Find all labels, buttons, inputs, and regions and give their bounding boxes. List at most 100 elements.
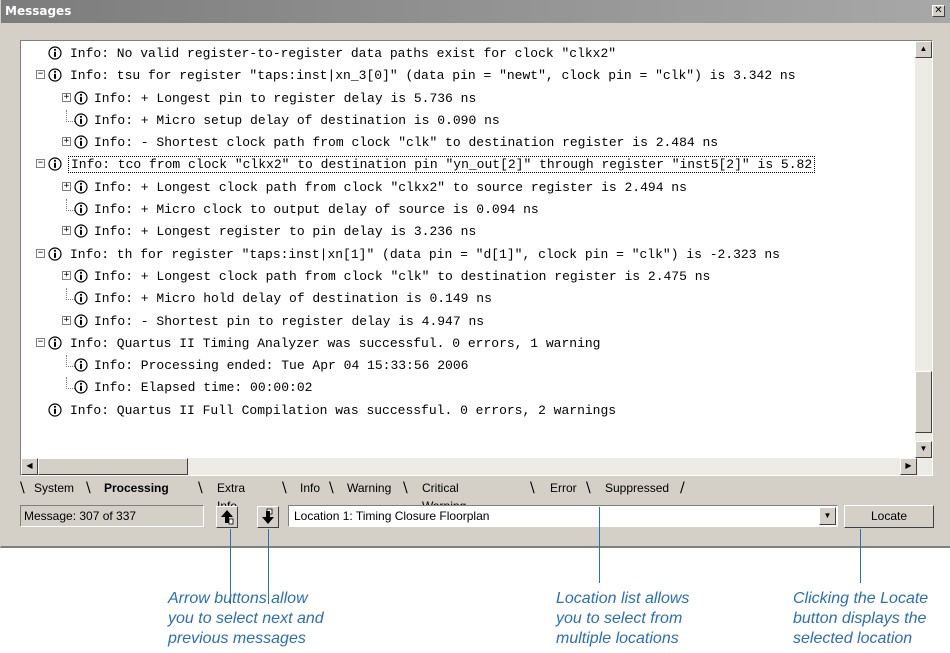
window-title: Messages [5, 4, 72, 18]
callout-arrows-line-1: Arrow buttons allow [168, 590, 308, 607]
arrow-down-icon [262, 508, 274, 524]
collapse-toggle-icon[interactable]: − [36, 248, 45, 258]
close-button[interactable]: ✕ [932, 5, 945, 17]
message-row[interactable]: + Info: - Shortest pin to register delay … [21, 311, 901, 333]
message-text: Info: No valid register-to-register data… [70, 46, 617, 61]
callout-leader-locate [860, 529, 861, 583]
message-row[interactable]: + Info: + Longest clock path from clock "… [21, 266, 901, 288]
previous-message-button[interactable] [216, 506, 238, 528]
message-text: Info: - Shortest clock path from clock "… [94, 135, 719, 151]
message-row[interactable]: − Info: tco from clock "clkx2" to destina… [21, 154, 901, 176]
message-row[interactable]: + Info: + Longest register to pin delay i… [21, 221, 901, 243]
message-text: Info: + Micro setup delay of destination… [94, 112, 500, 128]
tab-critical-warning[interactable]: Critical Warning [422, 479, 466, 513]
info-icon [73, 357, 89, 373]
horizontal-scroll-thumb[interactable] [38, 458, 188, 475]
vertical-scrollbar[interactable]: ▲ ▼ [915, 41, 932, 475]
info-icon [47, 156, 63, 172]
title-bar[interactable]: Messages ✕ [1, 0, 950, 23]
arrow-up-icon: ▲ [919, 44, 928, 53]
tab-extra-info[interactable]: Extra Info [217, 479, 245, 513]
tab-separator: \ [198, 480, 203, 496]
message-text: Info: + Longest pin to register delay is… [94, 90, 477, 106]
scroll-down-button[interactable]: ▼ [915, 441, 932, 458]
callout-leader-location [599, 507, 600, 583]
info-icon [73, 223, 89, 239]
info-icon [47, 67, 63, 83]
callout-location-line-2: you to select from [556, 610, 683, 627]
message-text: Info: Elapsed time: 00:00:02 [94, 380, 313, 396]
tab-suppressed[interactable]: Suppressed [605, 479, 669, 498]
message-count: Message: 307 of 337 [20, 505, 204, 527]
tab-separator: \ [86, 480, 91, 496]
tab-warning[interactable]: Warning [347, 479, 391, 498]
tab-error[interactable]: Error [550, 479, 577, 498]
callout-arrows-line-2: you to select next and [168, 610, 324, 627]
horizontal-scrollbar[interactable]: ◀ ▶ [21, 458, 917, 475]
location-value: Location 1: Timing Closure Floorplan [294, 509, 490, 523]
tab-separator: / [680, 480, 685, 496]
collapse-toggle-icon[interactable]: − [36, 70, 45, 80]
expand-toggle-icon[interactable]: + [62, 270, 71, 280]
info-icon [73, 268, 89, 284]
location-dropdown-button[interactable]: ▼ [819, 507, 836, 525]
message-row[interactable]: + Info: - Shortest clock path from clock … [21, 132, 901, 154]
callout-location-line-1: Location list allows [556, 590, 690, 607]
expand-toggle-icon[interactable]: + [62, 92, 71, 102]
scroll-left-button[interactable]: ◀ [21, 458, 38, 475]
scroll-up-button[interactable]: ▲ [915, 41, 932, 58]
message-text: Info: Quartus II Full Compilation was su… [70, 402, 617, 418]
vertical-scroll-thumb[interactable] [915, 371, 932, 433]
message-row[interactable]: − Info: th for register "taps:inst|xn[1]"… [21, 244, 901, 266]
tab-system[interactable]: System [34, 479, 74, 498]
message-text: Info: Processing ended: Tue Apr 04 15:33… [94, 358, 469, 374]
message-row[interactable]: Info: + Micro setup delay of destination… [21, 109, 901, 132]
message-list[interactable]: Info: No valid register-to-register data… [20, 40, 933, 476]
info-icon [47, 246, 63, 262]
message-lines: Info: No valid register-to-register data… [21, 43, 901, 422]
info-icon [73, 90, 89, 106]
tab-info[interactable]: Info [300, 479, 320, 498]
message-row[interactable]: Info: + Micro hold delay of destination … [21, 288, 901, 310]
info-icon [73, 112, 89, 128]
scroll-right-button[interactable]: ▶ [900, 458, 917, 475]
info-icon [47, 45, 63, 61]
expand-toggle-icon[interactable]: + [62, 181, 71, 191]
message-text: Info: + Longest clock path from clock "c… [94, 179, 687, 195]
message-text: Info: Quartus II Timing Analyzer was suc… [70, 335, 601, 351]
message-text: Info: + Micro clock to output delay of s… [94, 202, 539, 218]
tab-processing[interactable]: Processing [104, 479, 169, 498]
callout-location-line-3: multiple locations [556, 630, 679, 647]
locate-button[interactable]: Locate [844, 505, 934, 528]
tab-separator: \ [20, 480, 25, 496]
expand-toggle-icon[interactable]: + [62, 315, 71, 325]
message-row[interactable]: + Info: + Longest clock path from clock "… [21, 177, 901, 199]
location-select[interactable]: Location 1: Timing Closure Floorplan ▼ [288, 505, 838, 527]
callout-locate-line-3: selected location [793, 630, 913, 647]
info-icon [73, 134, 89, 150]
expand-toggle-icon[interactable]: + [62, 226, 71, 236]
callout-locate-line-2: button displays the [793, 610, 927, 627]
message-row[interactable]: Info: + Micro clock to output delay of s… [21, 199, 901, 221]
expand-toggle-icon[interactable]: + [62, 137, 71, 147]
tab-separator: \ [530, 480, 535, 496]
info-icon [73, 379, 89, 395]
arrow-down-icon: ▼ [919, 444, 928, 453]
next-message-button[interactable] [257, 506, 279, 528]
collapse-toggle-icon[interactable]: − [36, 159, 45, 169]
message-row[interactable]: − Info: Quartus II Timing Analyzer was su… [21, 333, 901, 355]
info-icon [73, 290, 89, 306]
message-row[interactable]: − Info: tsu for register "taps:inst|xn_3[… [21, 65, 901, 87]
message-text: Info: - Shortest pin to register delay i… [94, 313, 485, 329]
message-row[interactable]: Info: Processing ended: Tue Apr 04 15:33… [21, 355, 901, 377]
info-icon [73, 179, 89, 195]
message-text: Info: + Micro hold delay of destination … [94, 291, 492, 307]
message-row[interactable]: Info: No valid register-to-register data… [21, 43, 901, 65]
callout-arrows: Arrow buttons allow you to select next a… [168, 589, 324, 649]
collapse-toggle-icon[interactable]: − [36, 337, 45, 347]
message-row[interactable]: Info: Elapsed time: 00:00:02 [21, 377, 901, 399]
tab-separator: \ [586, 480, 591, 496]
callout-location: Location list allows you to select from … [556, 589, 689, 649]
message-row[interactable]: + Info: + Longest pin to register delay i… [21, 88, 901, 110]
message-row[interactable]: Info: Quartus II Full Compilation was su… [21, 400, 901, 422]
